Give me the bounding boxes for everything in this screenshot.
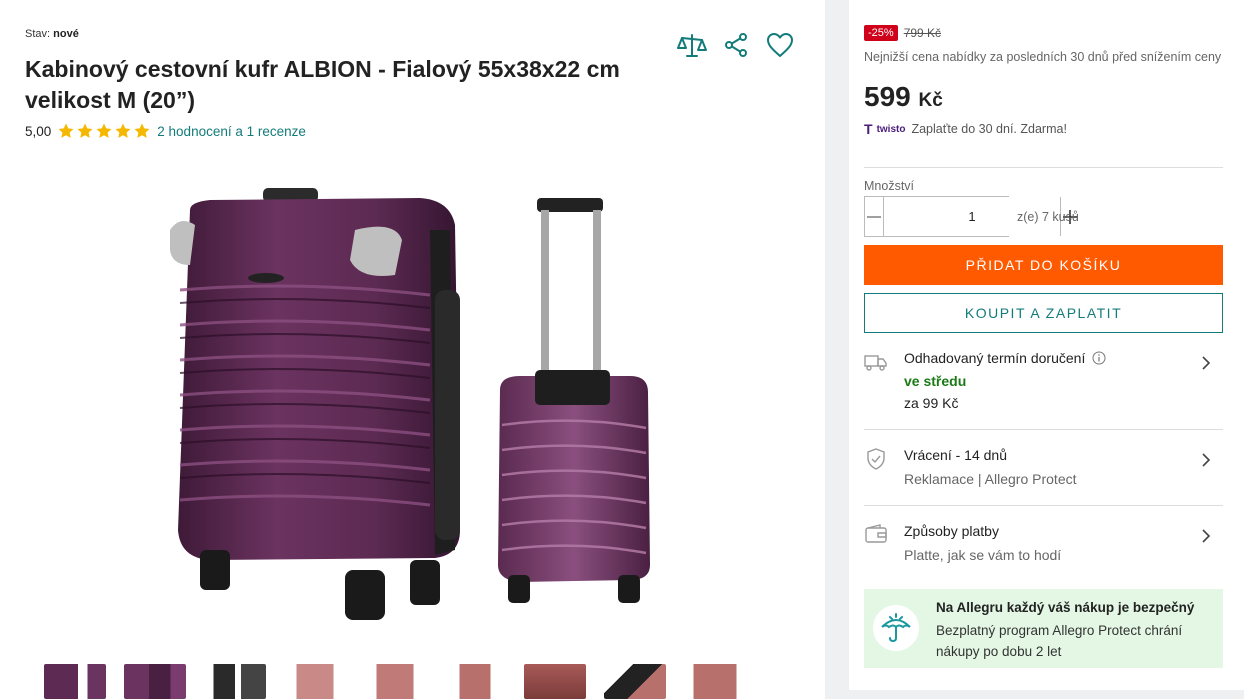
thumbnail-5[interactable]: [364, 664, 426, 699]
twisto-text: Zaplaťte do 30 dní. Zdarma!: [911, 122, 1067, 136]
divider-line: [864, 167, 1223, 168]
chevron-right-icon: [1202, 529, 1211, 543]
condition-value: nové: [53, 28, 79, 40]
panel-bottom-strip: [849, 690, 1244, 699]
suitcase-image: [170, 188, 650, 620]
lowest-price-note: Nejnižší cena nabídky za posledních 30 d…: [864, 50, 1222, 64]
share-icon: [725, 33, 747, 57]
rating-row: 5,00 2 hodnocení a 1 recenze: [25, 122, 306, 140]
info-icon[interactable]: [1092, 351, 1106, 365]
minus-icon: [867, 215, 881, 218]
payment-title: Způsoby platby: [904, 523, 999, 539]
twisto-offer[interactable]: T twisto Zaplaťte do 30 dní. Zdarma!: [864, 121, 1067, 137]
thumbnail-9[interactable]: [684, 664, 746, 699]
protect-title: Na Allegru každý váš nákup je bezpečný: [936, 600, 1195, 615]
protect-text: Bezplatný program Allegro Protect chrání…: [936, 623, 1183, 659]
price-discount-row: -25% 799 Kč: [864, 25, 941, 41]
divider-line: [864, 505, 1223, 506]
buy-now-button[interactable]: KOUPIT A ZAPLATIT: [864, 293, 1223, 333]
star-icon: [134, 123, 150, 138]
price-value: 599: [864, 81, 911, 112]
compare-button[interactable]: [677, 30, 707, 60]
product-main-image[interactable]: [150, 170, 670, 640]
returns-info-row[interactable]: Vrácení - 14 dnů Reklamace | Allegro Pro…: [864, 447, 1223, 491]
umbrella-icon: [881, 613, 911, 643]
thumbnail-7[interactable]: [524, 664, 586, 699]
share-button[interactable]: [721, 30, 751, 60]
delivery-when: ve středu: [904, 373, 967, 389]
divider-line: [864, 429, 1223, 430]
column-divider: [825, 0, 849, 699]
shield-icon: [867, 448, 885, 470]
thumbnail-4[interactable]: [284, 664, 346, 699]
condition-line: Stav: nové: [25, 28, 79, 40]
favorite-button[interactable]: [765, 30, 795, 60]
thumbnail-6[interactable]: [444, 664, 506, 699]
current-price: 599 Kč: [864, 81, 943, 113]
price-currency: Kč: [918, 90, 943, 111]
returns-title: Vrácení - 14 dnů: [904, 447, 1007, 463]
star-icon: [96, 123, 112, 138]
condition-label: Stav:: [25, 28, 51, 40]
protect-badge: [873, 605, 919, 651]
returns-subtitle: Reklamace | Allegro Protect: [904, 471, 1077, 487]
delivery-cost: za 99 Kč: [904, 395, 959, 411]
add-to-cart-button[interactable]: PŘIDAT DO KOŠÍKU: [864, 245, 1223, 285]
star-icon: [58, 123, 74, 138]
thumbnail-2[interactable]: [124, 664, 186, 699]
scales-icon: [677, 34, 707, 57]
old-price: 799 Kč: [903, 26, 942, 40]
delivery-title-line: Odhadovaný termín doručení: [904, 350, 1106, 366]
delivery-title: Odhadovaný termín doručení: [904, 350, 1086, 366]
allegro-protect-banner: Na Allegru každý váš nákup je bezpečný B…: [864, 589, 1223, 668]
thumbnail-1[interactable]: [44, 664, 106, 699]
thumbnail-strip: [44, 664, 746, 699]
payment-info-row[interactable]: Způsoby platby Platte, jak se vám to hod…: [864, 523, 1223, 567]
rating-reviews-link[interactable]: 2 hodnocení a 1 recenze: [157, 124, 306, 139]
truck-icon: [864, 355, 887, 371]
twisto-logo-name: twisto: [876, 123, 906, 135]
twisto-logo-icon: T: [864, 121, 873, 137]
heart-icon: [767, 33, 793, 57]
rating-stars: [57, 122, 151, 140]
quantity-decrease-button[interactable]: [865, 197, 883, 236]
chevron-right-icon: [1202, 356, 1211, 370]
thumbnail-3[interactable]: [204, 664, 266, 699]
chevron-right-icon: [1202, 453, 1211, 467]
delivery-info-row[interactable]: Odhadovaný termín doručení ve středu za …: [864, 350, 1223, 414]
star-icon: [77, 123, 93, 138]
star-icon: [115, 123, 131, 138]
product-title: Kabinový cestovní kufr ALBION - Fialový …: [25, 56, 620, 113]
discount-badge: -25%: [864, 25, 898, 41]
thumbnail-8[interactable]: [604, 664, 666, 699]
quantity-availability: z(e) 7 kusů: [1017, 210, 1079, 224]
payment-subtitle: Platte, jak se vám to hodí: [904, 547, 1062, 563]
quantity-label: Množství: [864, 179, 915, 193]
rating-score: 5,00: [25, 123, 52, 139]
wallet-icon: [865, 524, 887, 543]
quantity-stepper: [864, 196, 1077, 237]
